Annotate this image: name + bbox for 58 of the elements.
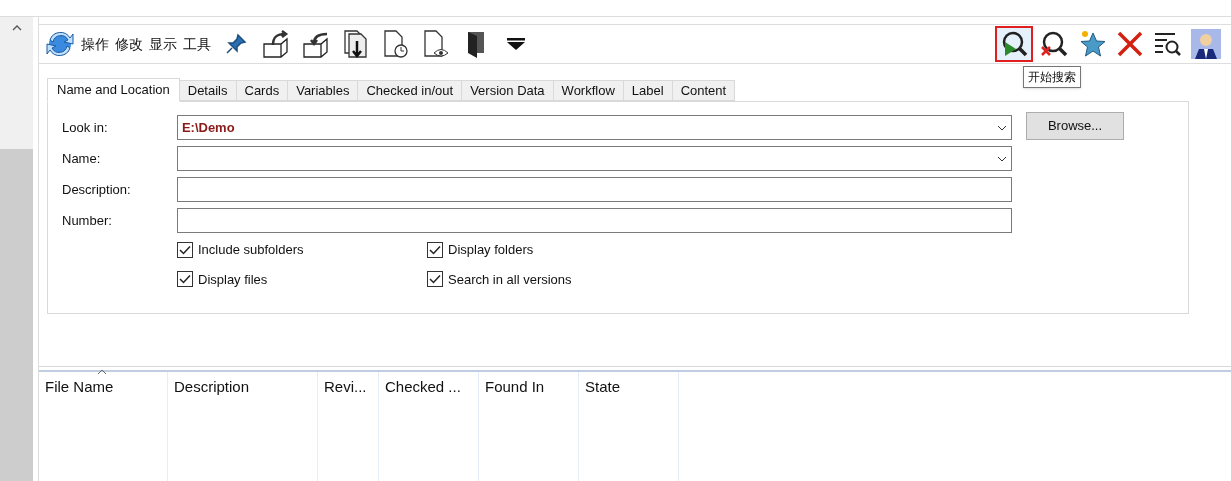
toolbar-button[interactable] [1189,26,1223,62]
checkmark-icon [179,244,191,255]
list-search-icon [1153,30,1183,58]
input-field[interactable] [176,208,1012,233]
checkbox[interactable] [177,241,193,258]
scroll-up-icon[interactable] [11,25,22,31]
toolbar-button[interactable] [995,26,1033,62]
checkbox[interactable] [177,271,193,288]
tab[interactable]: Details [179,80,237,101]
tab[interactable]: Cards [236,80,289,101]
menu-item[interactable]: 显示 [149,33,177,55]
box-upload-icon[interactable] [261,30,291,58]
menu-item[interactable]: 工具 [183,33,211,55]
user-avatar-icon [1191,29,1221,59]
field-label: Look in: [61,118,109,137]
chevron-down-icon [997,124,1007,131]
menu-item[interactable]: 操作 [81,33,109,55]
tab[interactable]: Label [623,80,673,101]
search-cancel-icon [1039,30,1069,58]
tab[interactable]: Version Data [462,80,554,101]
field-label: Name: [61,149,102,168]
checkbox[interactable] [427,241,443,258]
browse-button[interactable]: Browse... [1026,112,1124,140]
tab[interactable]: Workflow [553,80,624,101]
checkbox-label: Include subfolders [198,241,304,259]
combo-box[interactable]: E:\Demo [176,115,1012,140]
scrollbar-thumb[interactable] [0,149,33,481]
tab[interactable]: Content [672,80,736,101]
checkbox[interactable] [427,271,443,288]
field-label: Description: [61,180,132,199]
input-field[interactable] [176,177,1012,202]
checkbox-label: Display folders [448,241,534,259]
column-header[interactable]: Description [168,372,256,399]
combo-box[interactable] [176,146,1012,171]
column-header[interactable]: Found In [479,372,551,399]
document-download-icon[interactable] [343,29,369,59]
tooltip: 开始搜索 [1023,66,1081,88]
column-header[interactable]: File Name [39,372,120,399]
checkmark-icon [429,244,441,255]
checkbox-label: Display files [198,270,268,289]
column-header[interactable]: Revi... [318,372,373,399]
document-eye-icon[interactable] [422,29,450,59]
pin-icon[interactable] [225,33,247,55]
menu-item[interactable]: 修改 [115,33,143,55]
close-icon [1116,30,1144,58]
checkmark-icon [179,274,191,285]
field-label: Number: [61,211,113,230]
chevron-down-icon [997,155,1007,162]
checkmark-icon [429,274,441,285]
dropdown-triangle-icon[interactable] [506,37,526,51]
column-header[interactable]: Checked ... [379,372,467,399]
checkbox-label: Search in all versions [448,270,572,289]
box-download-icon[interactable] [301,30,331,58]
tab[interactable]: Checked in/out [358,80,463,101]
tab[interactable]: Variables [288,80,359,101]
tab[interactable]: Name and Location [47,78,180,102]
column-header[interactable]: State [579,372,627,399]
document-clock-icon[interactable] [382,29,410,59]
